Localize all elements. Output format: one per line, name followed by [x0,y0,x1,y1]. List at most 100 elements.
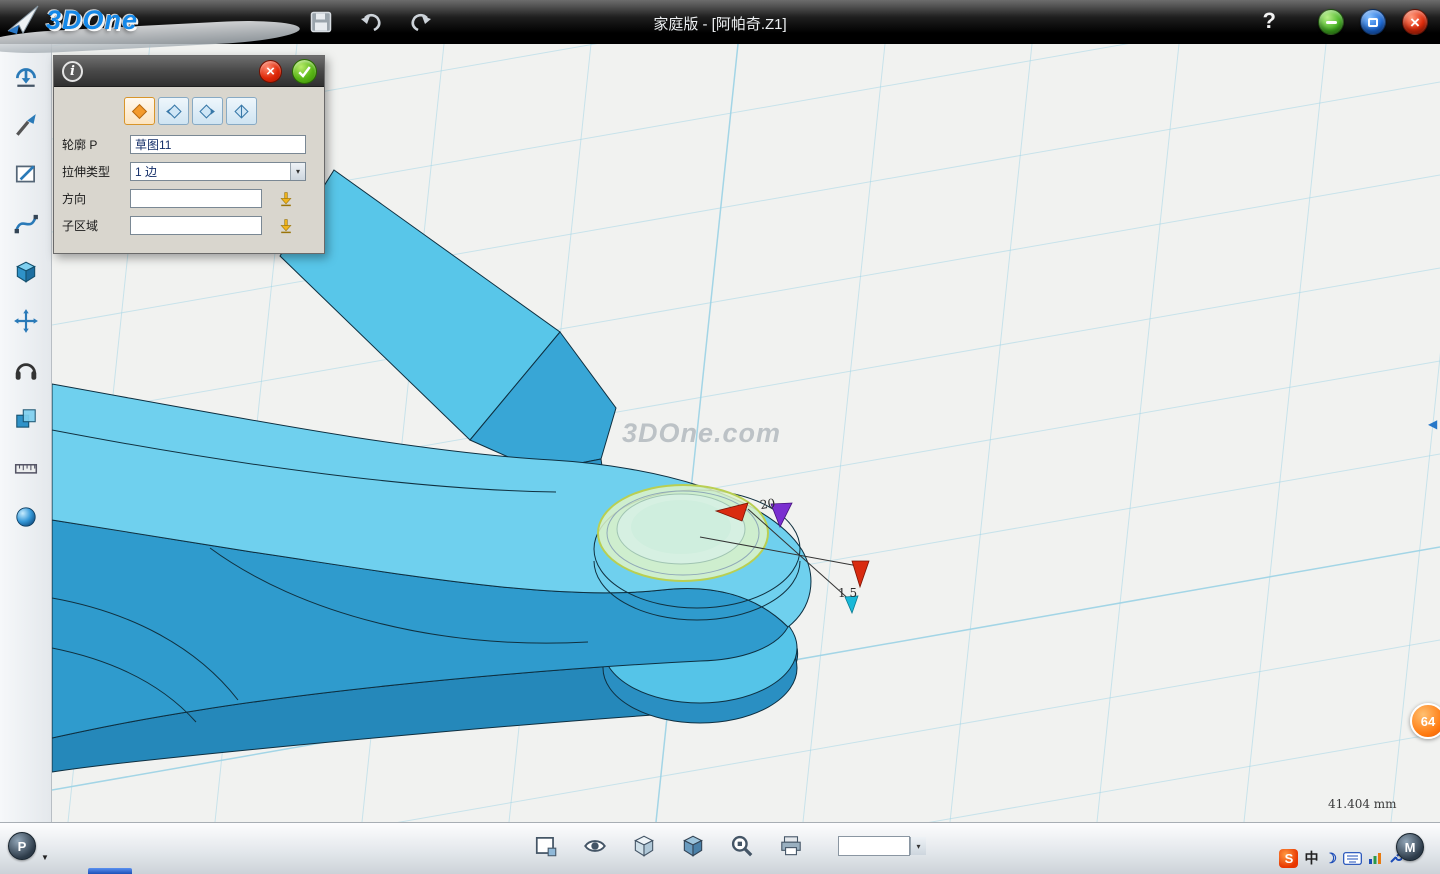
undo-button[interactable] [356,7,386,37]
eye-icon [581,833,609,859]
sketch-button[interactable] [8,156,44,192]
extrude-type-select[interactable] [130,162,306,181]
bar-chart-icon [1368,852,1382,865]
view-scale-combo: ▾ [838,836,926,856]
check-icon [297,64,312,79]
sketch-region[interactable] [598,485,768,581]
taskbar-fragment[interactable] [88,868,132,874]
info-icon: i [62,61,83,82]
subregion-label: 子区域 [62,217,130,234]
minimize-icon [1326,21,1337,24]
maximize-button[interactable] [1360,9,1386,35]
cube-icon [13,259,39,285]
view-orientation-button[interactable] [626,828,662,864]
curve-button[interactable] [8,205,44,241]
document-title: 家庭版 - [阿帕奇.Z1] [0,13,1440,34]
plane-icon [533,833,559,859]
visibility-button[interactable] [577,828,613,864]
panel-collapse-arrow-icon[interactable]: ◀ [1428,417,1437,431]
headset-icon [13,357,39,383]
save-button[interactable] [306,7,336,37]
extrude-type-label: 拉伸类型 [62,163,130,180]
pattern-caret-icon[interactable]: ▼ [41,853,49,862]
app-logo: 3DOne [6,4,138,36]
printer-3d-icon [13,63,39,89]
direction-row: 方向 [62,189,316,208]
direction-label: 方向 [62,190,130,207]
view-toolbar: ▾ [528,828,926,864]
pick-arrow-icon [278,191,294,207]
dimension-label-draft: 1 5 [838,586,857,600]
pick-arrow-icon [278,218,294,234]
help-button[interactable]: ? [1263,8,1276,34]
close-button[interactable]: × [1402,9,1428,35]
solid-feature-button[interactable] [8,254,44,290]
left-toolbar [0,44,52,822]
mode-subtract-button[interactable] [192,97,223,125]
sphere-icon [13,504,39,530]
show-sketch-plane-button[interactable] [528,828,564,864]
ime-tray: S 中 ☽ [1279,847,1402,869]
extrude-dialog: i × 轮廓 P 拉伸类型 [53,55,325,254]
export-3d-print-button[interactable] [8,58,44,94]
dialog-cancel-button[interactable]: × [259,60,282,83]
ime-language-toggle[interactable]: 中 [1304,848,1318,868]
mode-add-button[interactable] [158,97,189,125]
dialog-confirm-button[interactable] [292,59,317,84]
spline-curve-icon [13,210,39,236]
paper-plane-icon [6,4,40,36]
notification-badge[interactable]: 64 [1410,703,1440,739]
print-button[interactable] [773,828,809,864]
move-button[interactable] [8,303,44,339]
pattern-quick-button[interactable]: P [8,832,36,860]
ime-stats-button[interactable] [1368,852,1382,865]
close-icon: × [1410,14,1420,31]
minimize-button[interactable] [1318,9,1344,35]
sketch-plane-icon [13,161,39,187]
mode-extrude-button[interactable] [124,97,155,125]
printer-icon [778,833,804,859]
ruler-icon [13,455,39,481]
direction-picker-button[interactable] [278,191,294,207]
assembly-button[interactable] [8,352,44,388]
extrude-type-row: 拉伸类型 ▾ [62,162,316,181]
mode-quick-button[interactable]: M [1396,833,1424,861]
redo-button[interactable] [406,7,436,37]
shaded-cube-icon [680,833,706,859]
zoom-window-button[interactable] [724,828,760,864]
watermark: 3DOne.com [622,418,781,449]
render-material-button[interactable] [8,499,44,535]
display-mode-button[interactable] [675,828,711,864]
profile-row: 轮廓 P [62,135,316,154]
subregion-row: 子区域 [62,216,316,235]
ime-fullwidth-moon-icon[interactable]: ☽ [1324,850,1337,867]
magnifier-icon [729,833,755,859]
measure-button[interactable] [8,450,44,486]
brush-icon [13,112,39,138]
status-bar: P ▼ [0,822,1440,874]
sogou-ime-icon[interactable]: S [1279,849,1298,868]
mode-intersect-button[interactable] [226,97,257,125]
profile-label: 轮廓 P [62,136,130,153]
measurement-readout: 41.404 mm [1328,797,1397,811]
app-name: 3DOne [46,5,138,36]
extrude-type-dropdown-icon[interactable]: ▾ [290,163,305,180]
subregion-picker-button[interactable] [278,218,294,234]
decorate-button[interactable] [8,107,44,143]
ime-keyboard-button[interactable] [1343,852,1362,865]
dimension-label-extrude: 20 [759,496,776,512]
view-scale-dropdown-icon[interactable]: ▾ [910,837,926,855]
subregion-input[interactable] [130,216,262,235]
direction-input[interactable] [130,189,262,208]
dialog-header[interactable]: i × [54,56,324,87]
combine-cubes-icon [13,406,39,432]
profile-input[interactable] [130,135,306,154]
maximize-icon [1368,18,1378,27]
dialog-body: 轮廓 P 拉伸类型 ▾ 方向 子区域 [54,87,324,253]
view-cube-icon [631,833,657,859]
keyboard-icon [1343,852,1362,865]
title-bar: 3DOne 家庭版 - [阿帕奇.Z1] ? × [0,0,1440,44]
extrude-mode-buttons [124,97,316,125]
view-scale-input[interactable] [838,836,910,856]
combine-button[interactable] [8,401,44,437]
